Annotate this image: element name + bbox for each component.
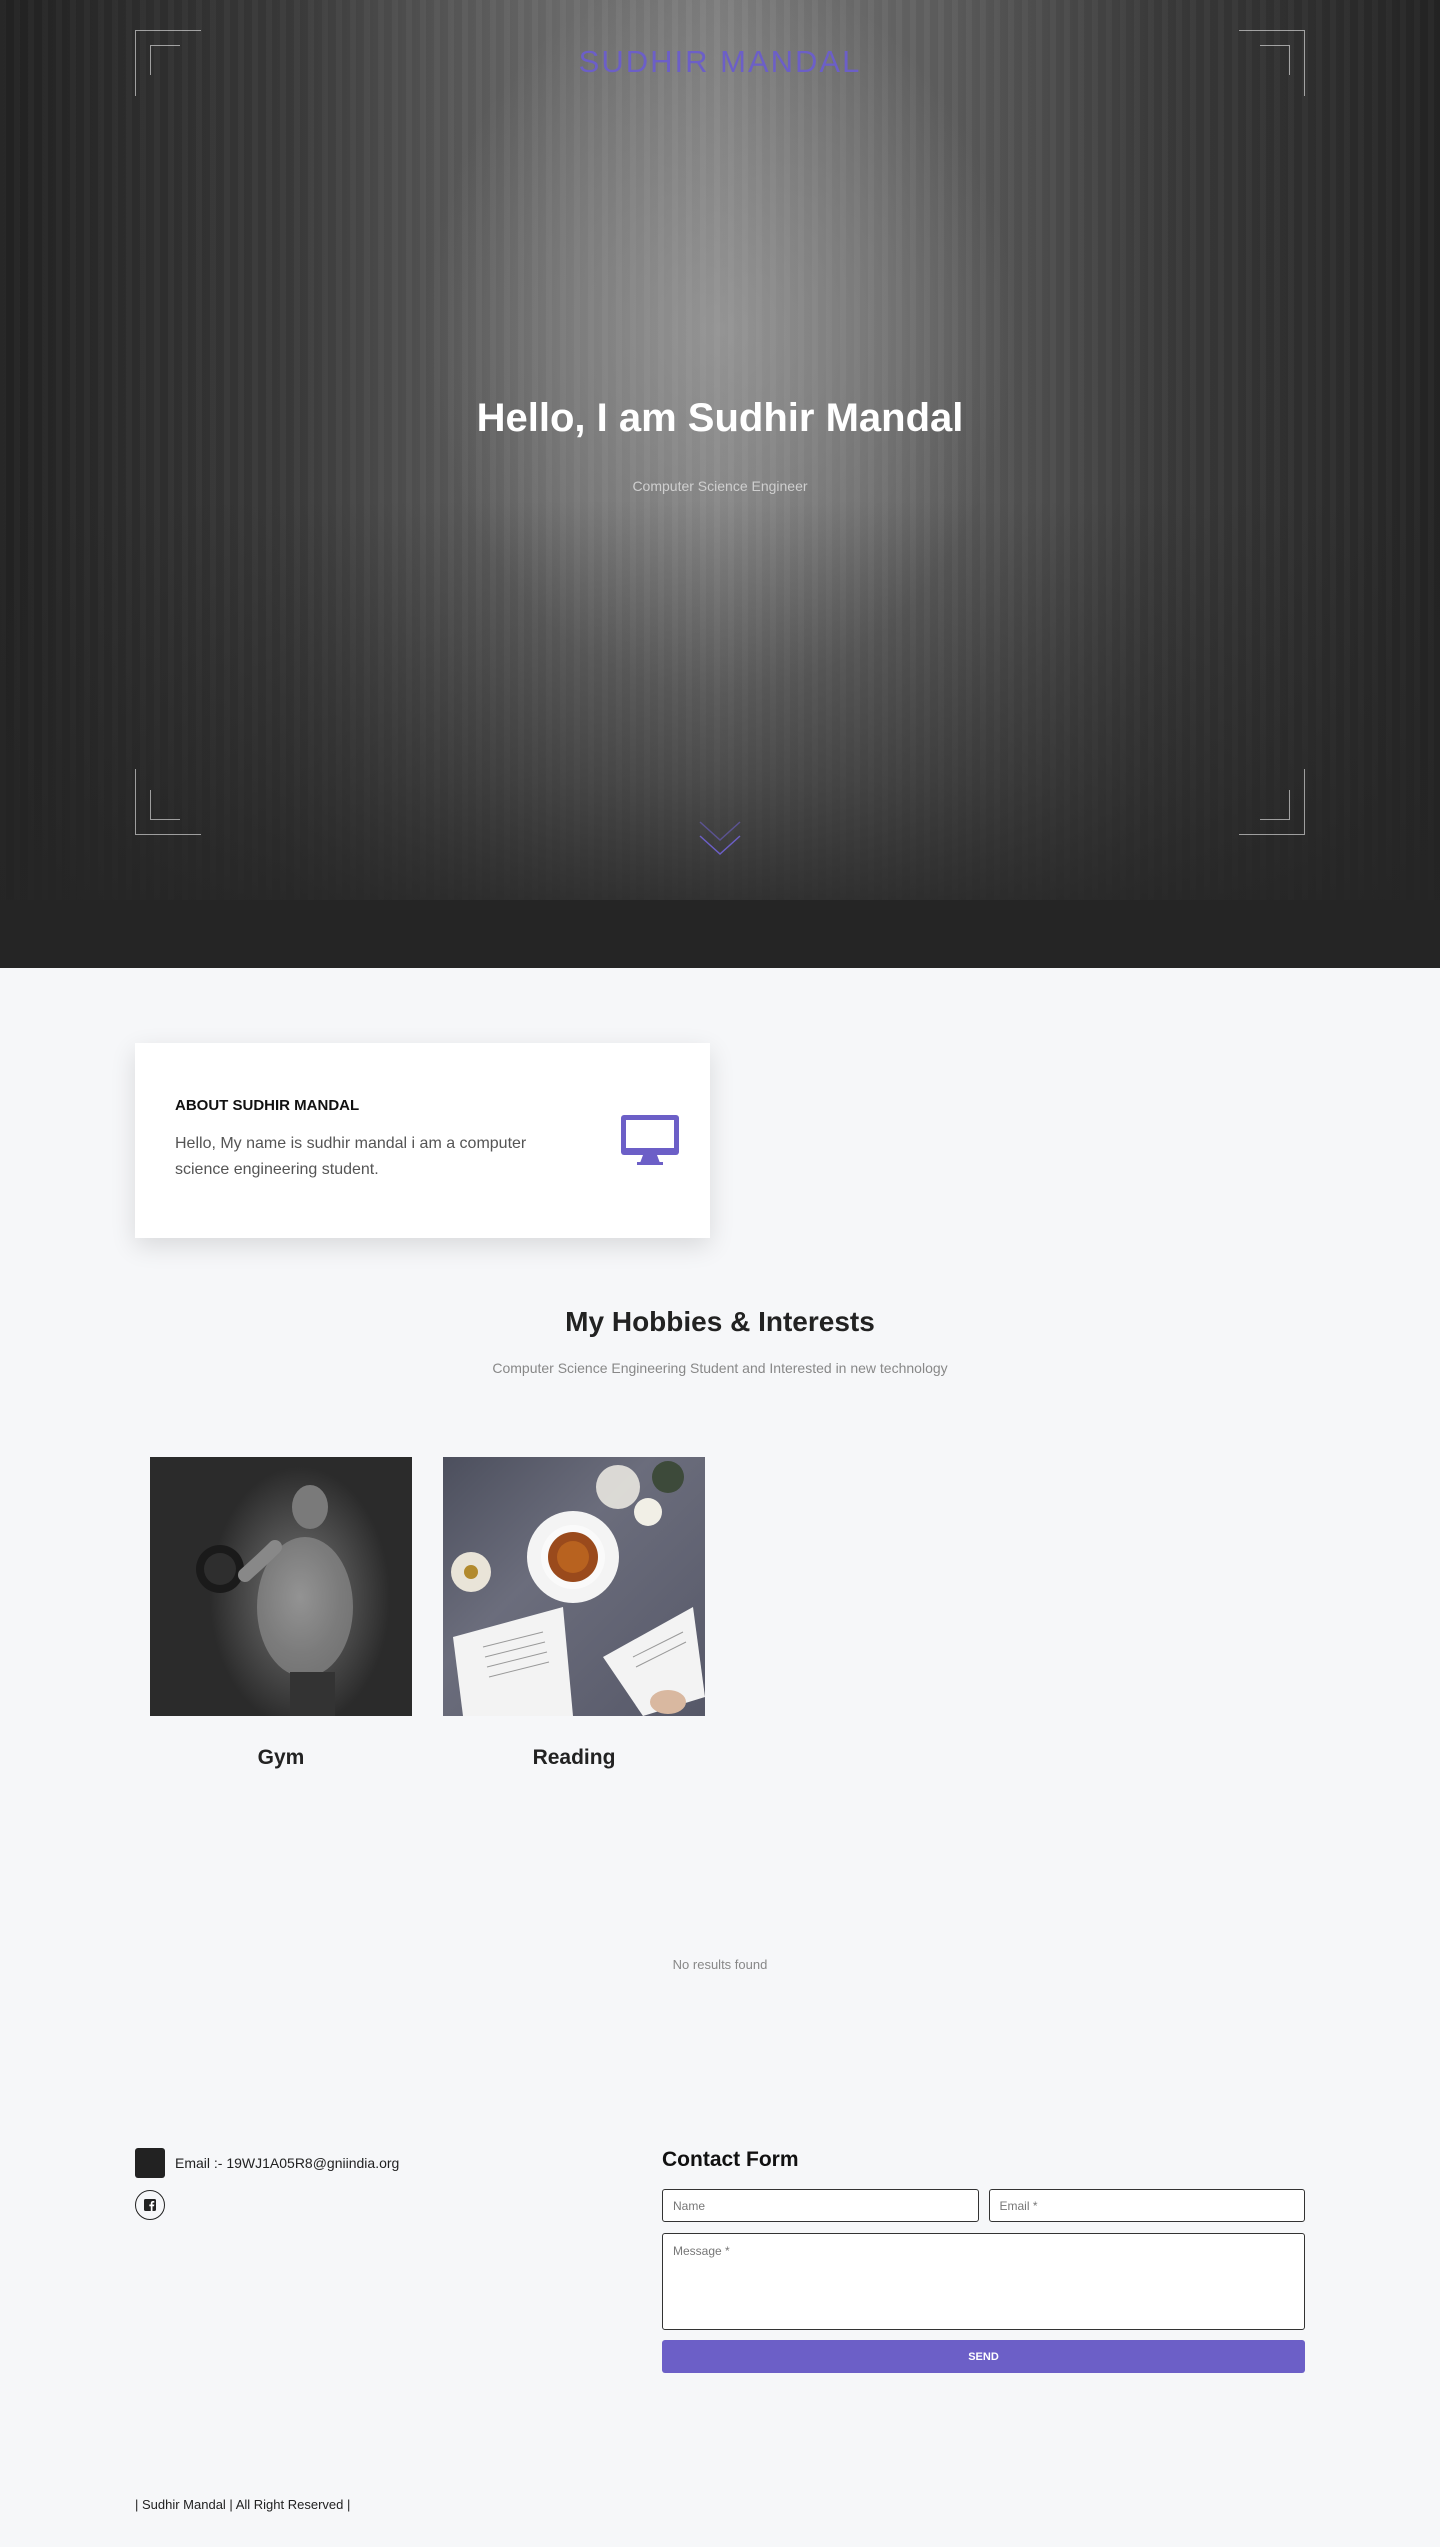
hero-section: SUDHIR MANDAL Hello, I am Sudhir Mandal … xyxy=(0,0,1440,968)
desktop-monitor-icon xyxy=(619,1113,681,1167)
message-textarea[interactable] xyxy=(662,2233,1305,2330)
site-brand-logo[interactable]: SUDHIR MANDAL xyxy=(0,44,1440,80)
contact-info: Email :- 19WJ1A05R8@gniindia.org xyxy=(135,2148,399,2220)
contact-form: Contact Form SEND xyxy=(662,2148,1305,2373)
chevron-double-down-icon[interactable] xyxy=(696,808,744,868)
hobby-card-gym[interactable]: Gym xyxy=(150,1457,412,1770)
email-icon xyxy=(135,2148,165,2178)
about-card: ABOUT SUDHIR MANDAL Hello, My name is su… xyxy=(135,1043,710,1238)
email-row: Email :- 19WJ1A05R8@gniindia.org xyxy=(135,2148,399,2178)
about-title: ABOUT SUDHIR MANDAL xyxy=(175,1097,360,1114)
hero-subtitle: Computer Science Engineer xyxy=(632,478,808,494)
facebook-icon[interactable] xyxy=(135,2190,165,2220)
frame-corner-bottom-right xyxy=(1239,769,1305,835)
contact-form-title: Contact Form xyxy=(662,2148,799,2171)
hobby-card-reading[interactable]: Reading xyxy=(443,1457,705,1770)
hobbies-subtitle: Computer Science Engineering Student and… xyxy=(492,1360,948,1376)
reading-photo xyxy=(443,1457,705,1716)
gym-photo xyxy=(150,1457,412,1716)
hero-title: Hello, I am Sudhir Mandal xyxy=(476,396,964,440)
empty-state-message: No results found xyxy=(672,1957,768,1972)
email-input[interactable] xyxy=(988,2189,1305,2222)
hobby-label-reading: Reading xyxy=(532,1746,616,1769)
send-button[interactable]: SEND xyxy=(662,2340,1305,2373)
name-input[interactable] xyxy=(662,2189,979,2222)
about-text: Hello, My name is sudhir mandal i am a c… xyxy=(175,1135,527,1178)
email-address[interactable]: Email :- 19WJ1A05R8@gniindia.org xyxy=(175,2155,399,2171)
hobby-label-gym: Gym xyxy=(257,1746,305,1769)
footer-copyright: | Sudhir Mandal | All Right Reserved | xyxy=(135,2497,351,2512)
hero-background-image xyxy=(0,0,1440,900)
frame-corner-bottom-left xyxy=(135,769,201,835)
hobbies-heading: My Hobbies & Interests xyxy=(565,1306,875,1337)
